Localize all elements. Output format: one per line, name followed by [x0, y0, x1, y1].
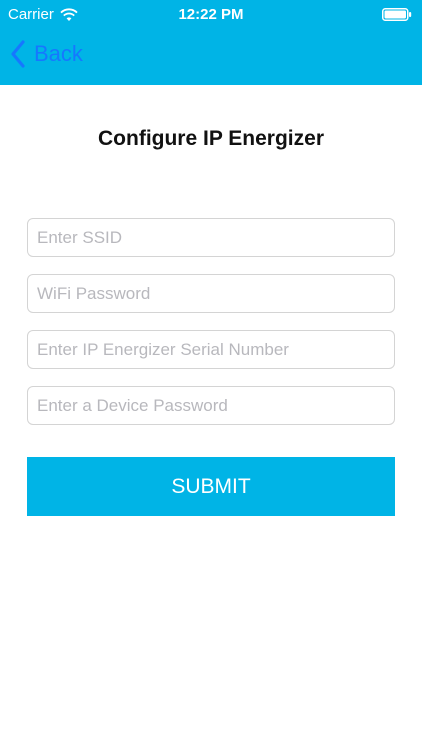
- wifi-password-input[interactable]: [27, 274, 395, 313]
- page-title: Configure IP Energizer: [98, 127, 324, 150]
- ssid-input[interactable]: [27, 218, 395, 257]
- serial-number-input[interactable]: [27, 330, 395, 369]
- back-button[interactable]: Back: [10, 40, 83, 68]
- screen: Carrier 12:22 PM Back Configure IP Energ…: [0, 0, 422, 750]
- nav-bar: Back: [0, 28, 422, 85]
- battery-icon: [382, 8, 412, 21]
- top-bar: Carrier 12:22 PM Back: [0, 0, 422, 85]
- submit-button[interactable]: SUBMIT: [27, 457, 395, 516]
- device-password-input[interactable]: [27, 386, 395, 425]
- status-bar: Carrier 12:22 PM: [0, 0, 422, 28]
- status-time: 12:22 PM: [178, 6, 244, 23]
- back-label: Back: [34, 41, 83, 66]
- chevron-left-icon: [11, 40, 25, 68]
